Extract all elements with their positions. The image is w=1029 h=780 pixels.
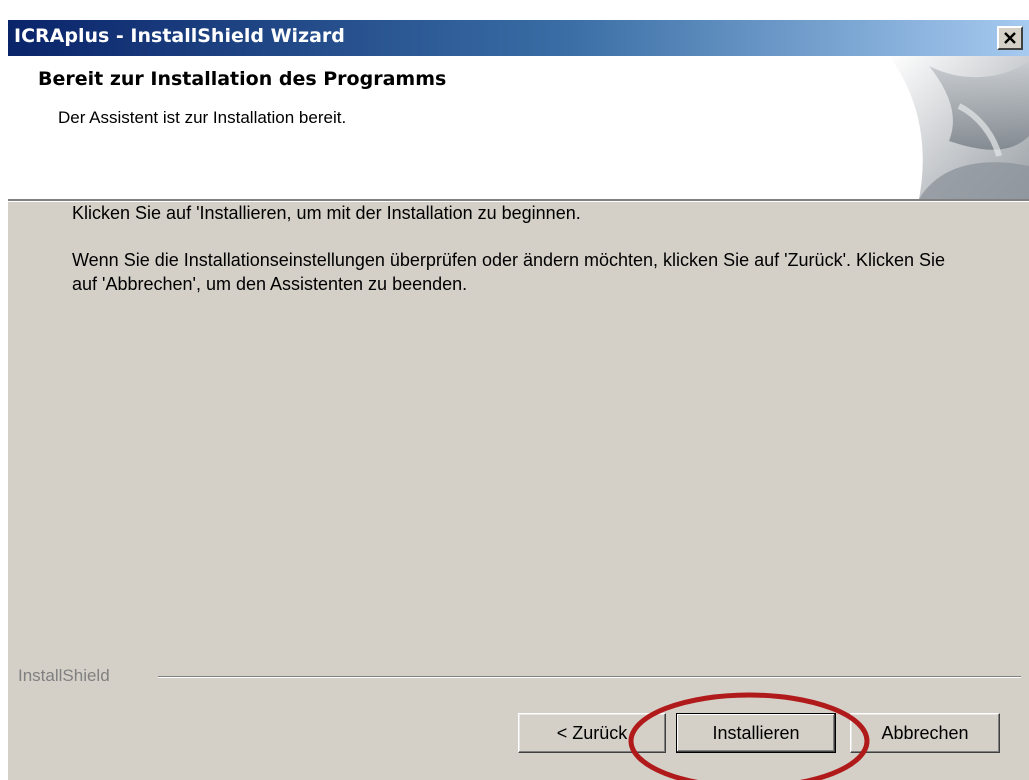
footer-divider	[158, 676, 1021, 678]
instruction-paragraph: Klicken Sie auf 'Installieren, um mit de…	[72, 203, 581, 223]
close-icon	[1004, 32, 1016, 44]
header-title: Bereit zur Installation des Programms	[38, 68, 447, 90]
back-button[interactable]: < Zurück	[518, 713, 666, 753]
window-title: ICRAplus - InstallShield Wizard	[14, 25, 345, 47]
install-button[interactable]: Installieren	[676, 713, 836, 753]
installshield-header-graphic	[889, 56, 1029, 199]
info-paragraph: Wenn Sie die Installationseinstellungen …	[72, 250, 946, 294]
title-bar[interactable]: ICRAplus - InstallShield Wizard	[8, 20, 1029, 56]
cancel-button[interactable]: Abbrechen	[850, 713, 1000, 753]
close-button[interactable]	[997, 26, 1023, 50]
installshield-brand-label: InstallShield	[18, 666, 110, 685]
header-subtitle: Der Assistent ist zur Installation berei…	[58, 108, 347, 127]
wizard-header: Bereit zur Installation des Programms De…	[8, 56, 1029, 201]
installer-window: ICRAplus - InstallShield Wizard Bereit z…	[8, 20, 1029, 780]
